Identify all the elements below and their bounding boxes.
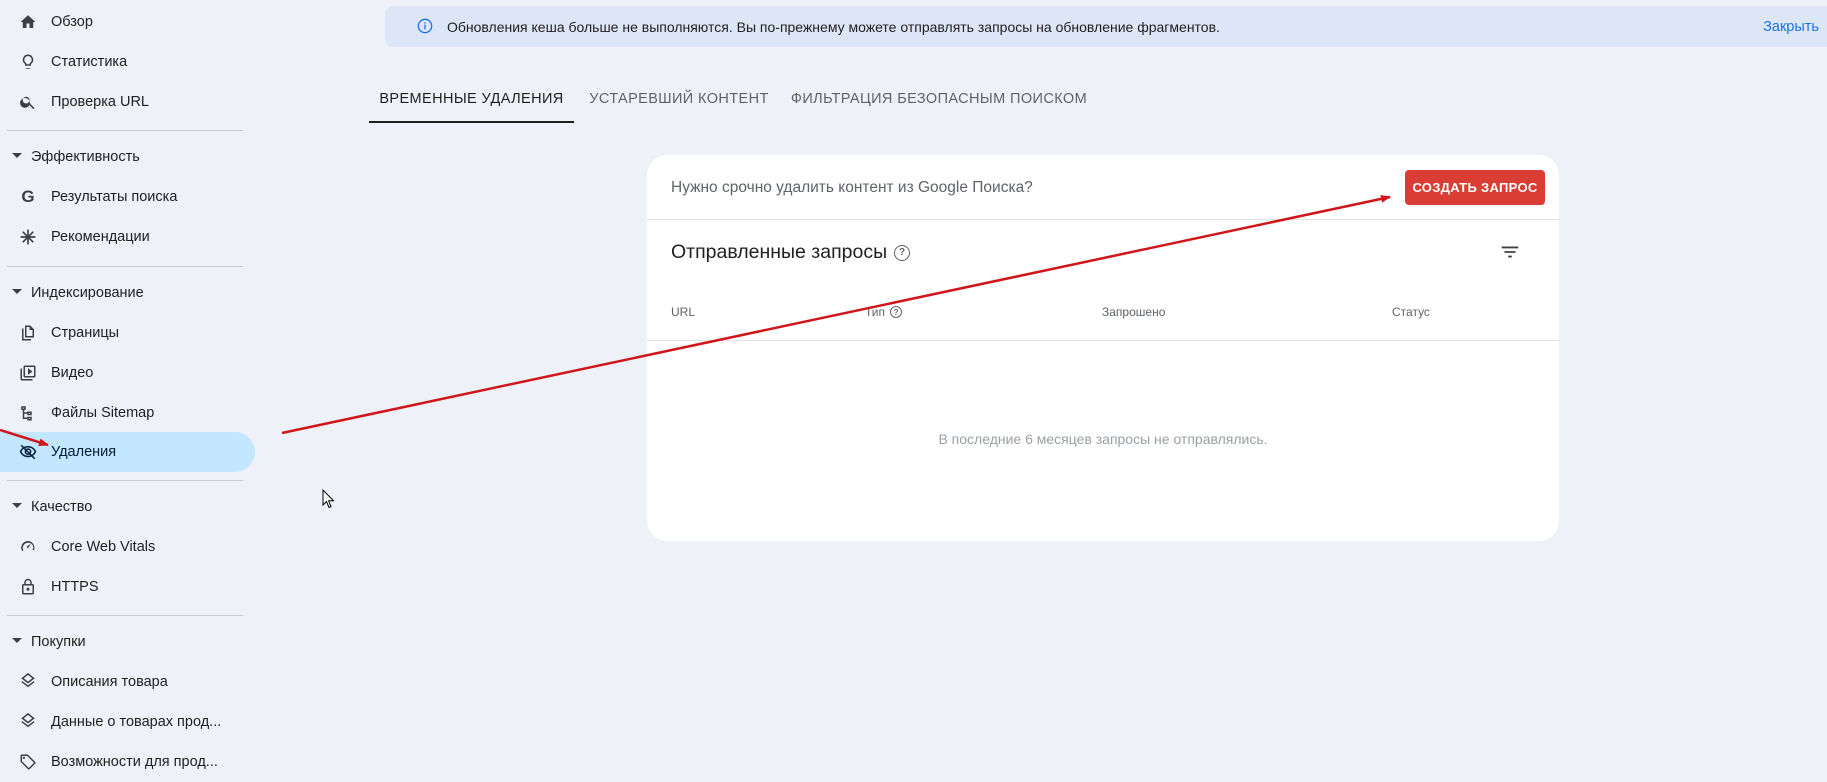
layers-icon [19,713,37,731]
sidebar-item-statistics[interactable]: Статистика [0,42,255,82]
sidebar-section-label: Эффективность [31,149,140,165]
sidebar: Обзор Статистика Проверка URL Эффективно… [0,0,260,774]
sidebar-item-label: Проверка URL [51,94,149,110]
sidebar-section-shopping[interactable]: Покупки [0,627,245,657]
sidebar-item-label: Обзор [51,14,93,30]
column-header-requested[interactable]: Запрошено [1102,305,1165,319]
speedometer-icon [19,538,37,556]
sidebar-item-label: Страницы [51,325,120,341]
asterisk-icon [19,228,37,246]
sidebar-item-label: Статистика [51,54,128,70]
tab-temporary-removals[interactable]: ВРЕМЕННЫЕ УДАЛЕНИЯ [369,75,574,123]
info-icon [417,18,433,34]
tab-active-indicator [369,121,574,123]
sidebar-item-label: Данные о товарах прод... [51,714,222,730]
sidebar-section-label: Покупки [31,634,86,650]
sidebar-item-label: Возможности для прод... [51,754,218,770]
sidebar-item-label: Описания товара [51,674,168,690]
submitted-requests-title: Отправленные запросы ? [671,241,911,264]
sidebar-item-url-inspection[interactable]: Проверка URL [0,82,255,122]
mouse-cursor-icon [322,488,335,514]
column-header-label: Тип [865,305,886,319]
sidebar-item-label: Рекомендации [51,229,150,245]
sidebar-item-recommendations[interactable]: Рекомендации [0,217,255,257]
sidebar-item-core-web-vitals[interactable]: Core Web Vitals [0,527,255,567]
create-request-button[interactable]: СОЗДАТЬ ЗАПРОС [1405,170,1545,205]
help-icon[interactable]: ? [890,306,903,318]
caret-down-icon [12,503,22,508]
pages-icon [19,324,37,342]
sidebar-item-https[interactable]: HTTPS [0,567,255,607]
caret-down-icon [12,638,22,643]
column-header-status[interactable]: Статус [1392,305,1430,319]
sidebar-item-label: Core Web Vitals [51,539,156,555]
column-header-label: Статус [1392,305,1430,319]
column-header-url[interactable]: URL [671,305,695,319]
caret-down-icon [12,153,22,158]
sidebar-item-search-results[interactable]: G Результаты поиска [0,177,255,217]
tab-label: ФИЛЬТРАЦИЯ БЕЗОПАСНЫМ ПОИСКОМ [790,91,1088,107]
sidebar-section-quality[interactable]: Качество [0,492,245,522]
sidebar-divider [7,615,243,616]
tag-icon [19,753,37,771]
tab-outdated-content[interactable]: УСТАРЕВШИЙ КОНТЕНТ [574,75,784,123]
sidebar-divider [7,480,243,481]
column-header-label: URL [671,305,696,319]
sidebar-item-label: Удаления [51,444,117,460]
sidebar-item-pages[interactable]: Страницы [0,313,255,353]
sidebar-divider [7,130,243,131]
banner-text: Обновления кеша больше не выполняются. В… [447,18,1220,35]
eye-off-icon [19,443,37,461]
sidebar-item-merchant-listings[interactable]: Данные о товарах прод... [0,702,255,742]
sidebar-section-performance[interactable]: Эффективность [0,142,245,172]
search-icon [19,93,37,111]
empty-state-message: В последние 6 месяцев запросы не отправл… [938,431,1268,447]
tab-label: УСТАРЕВШИЙ КОНТЕНТ [589,91,769,107]
sidebar-item-sitemaps[interactable]: Файлы Sitemap [0,393,255,433]
table-header-divider [647,340,1559,341]
sidebar-item-removals[interactable]: Удаления [0,432,255,472]
sidebar-section-indexing[interactable]: Индексирование [0,278,245,308]
tab-label: ВРЕМЕННЫЕ УДАЛЕНИЯ [379,91,564,107]
google-g-icon: G [21,187,35,206]
help-icon[interactable]: ? [894,244,911,261]
sidebar-item-overview[interactable]: Обзор [0,2,255,42]
card-divider [647,219,1559,220]
home-icon [19,13,37,31]
requests-card: Нужно срочно удалить контент из Google П… [647,155,1559,541]
column-header-label: Запрошено [1102,305,1166,319]
removal-prompt: Нужно срочно удалить контент из Google П… [671,179,1033,196]
lightbulb-icon [19,53,37,71]
column-header-type[interactable]: Тип ? [865,305,903,319]
sitemap-icon [19,404,37,422]
sidebar-divider [7,266,243,267]
caret-down-icon [12,289,22,294]
lock-icon [19,578,37,596]
info-banner: Обновления кеша больше не выполняются. В… [385,6,1827,47]
sidebar-section-label: Индексирование [31,285,144,301]
tab-safesearch-filtering[interactable]: ФИЛЬТРАЦИЯ БЕЗОПАСНЫМ ПОИСКОМ [784,75,1094,123]
sidebar-item-video[interactable]: Видео [0,353,255,393]
card-title-text: Отправленные запросы [671,241,888,263]
layers-icon [19,673,37,691]
sidebar-item-label: Результаты поиска [51,189,178,205]
video-library-icon [19,364,37,382]
filter-icon[interactable] [1499,241,1521,263]
sidebar-section-label: Качество [31,499,93,515]
sidebar-item-product-snippets[interactable]: Описания товара [0,662,255,702]
sidebar-item-label: HTTPS [51,579,99,595]
sidebar-item-label: Файлы Sitemap [51,405,155,421]
sidebar-item-label: Видео [51,365,94,381]
banner-close-link[interactable]: Закрыть [1763,19,1819,35]
sidebar-item-shopping-opportunities[interactable]: Возможности для прод... [0,742,255,782]
